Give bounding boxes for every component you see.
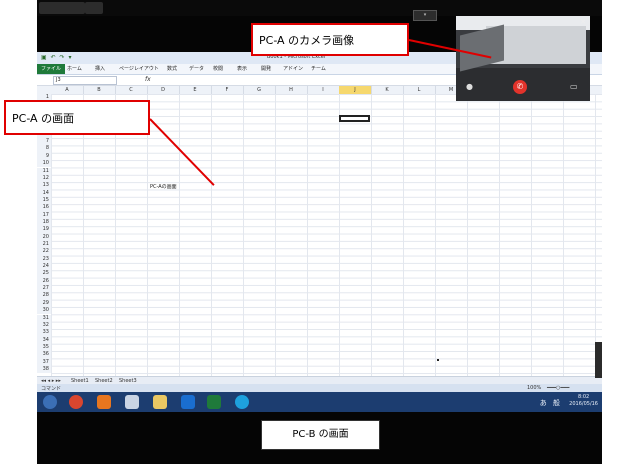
- camera-laptop: [460, 24, 504, 72]
- tab-developer[interactable]: 開発: [261, 65, 271, 72]
- callout-screen-a: PC-A の画面: [4, 100, 150, 135]
- tray-icons[interactable]: あ 般: [540, 398, 562, 408]
- clock-date: 2016/05/16: [569, 401, 598, 407]
- row-header[interactable]: 27: [37, 285, 51, 293]
- row-header[interactable]: 8: [37, 145, 51, 153]
- status-bar: コマンド 100% ━━━○━━━: [37, 384, 602, 392]
- view-dropdown[interactable]: ▾: [413, 10, 437, 21]
- excel-icon[interactable]: [207, 395, 221, 409]
- col-header-k[interactable]: K: [371, 86, 404, 94]
- tab-team[interactable]: チーム: [311, 65, 326, 72]
- window-tab[interactable]: [39, 2, 85, 14]
- quick-access-toolbar[interactable]: ▣ ↶ ↷ ▾: [41, 54, 72, 61]
- col-header-j[interactable]: J: [339, 86, 372, 94]
- chrome-icon[interactable]: [69, 395, 83, 409]
- row-header[interactable]: 30: [37, 307, 51, 315]
- row-header[interactable]: 28: [37, 292, 51, 300]
- skype-icon[interactable]: [235, 395, 249, 409]
- cursor-dot: [437, 359, 439, 361]
- row-header[interactable]: 23: [37, 255, 51, 264]
- tab-file[interactable]: ファイル: [37, 64, 66, 74]
- file-icon[interactable]: [125, 395, 139, 409]
- tab-view[interactable]: 表示: [237, 65, 247, 72]
- row-header[interactable]: 22: [37, 248, 51, 256]
- row-header[interactable]: 12: [37, 174, 51, 183]
- row-header[interactable]: 36: [37, 351, 51, 359]
- cell-text[interactable]: PC-Aの画面: [150, 183, 177, 190]
- status-text: コマンド: [41, 386, 62, 392]
- mic-icon[interactable]: ●: [466, 82, 473, 91]
- tab-page-layout[interactable]: ページレイアウト: [119, 65, 159, 72]
- row-header[interactable]: 24: [37, 263, 51, 271]
- selected-cell[interactable]: [339, 115, 370, 122]
- row-header[interactable]: 21: [37, 241, 51, 249]
- clock-time: 8:02: [577, 394, 590, 400]
- camera-overlay: ✕ ● ✆ ▭: [456, 16, 590, 101]
- tab-home[interactable]: ホーム: [67, 65, 82, 72]
- row-header[interactable]: 31: [37, 314, 51, 322]
- tab-data[interactable]: データ: [189, 65, 204, 72]
- clock[interactable]: 8:02 2016/05/16: [569, 394, 598, 408]
- row-header[interactable]: 35: [37, 343, 51, 352]
- col-header-b[interactable]: B: [83, 86, 116, 94]
- tab-addins[interactable]: アドイン: [283, 65, 303, 72]
- col-header-d[interactable]: D: [147, 86, 180, 94]
- row-header[interactable]: 9: [37, 152, 51, 161]
- row-header[interactable]: 17: [37, 211, 51, 219]
- row-header[interactable]: 19: [37, 226, 51, 234]
- close-icon[interactable]: ✕: [580, 18, 586, 26]
- fx-icon[interactable]: fx: [145, 76, 151, 83]
- name-box[interactable]: J3: [53, 76, 117, 85]
- row-header[interactable]: 14: [37, 189, 51, 197]
- zoom-level[interactable]: 100%: [527, 385, 541, 391]
- row-header[interactable]: 10: [37, 160, 51, 168]
- callout-camera: PC-A のカメラ画像: [251, 23, 409, 56]
- zoom-slider[interactable]: ━━━○━━━: [547, 385, 569, 391]
- row-header[interactable]: 18: [37, 218, 51, 227]
- row-header[interactable]: 34: [37, 336, 51, 344]
- row-header[interactable]: 37: [37, 358, 51, 366]
- tab-formulas[interactable]: 数式: [167, 65, 177, 72]
- col-header-g[interactable]: G: [243, 86, 276, 94]
- col-header-i[interactable]: I: [307, 86, 340, 94]
- row-header[interactable]: 32: [37, 321, 51, 330]
- col-header-l[interactable]: L: [403, 86, 436, 94]
- tab-insert[interactable]: 挿入: [95, 65, 105, 72]
- row-header[interactable]: 20: [37, 233, 51, 241]
- explorer-icon[interactable]: [153, 395, 167, 409]
- col-header-a[interactable]: A: [51, 86, 84, 94]
- camera-icon[interactable]: ▭: [570, 82, 578, 91]
- row-header[interactable]: 38: [37, 365, 51, 374]
- row-header[interactable]: 13: [37, 182, 51, 190]
- col-header-f[interactable]: F: [211, 86, 244, 94]
- col-header-c[interactable]: C: [115, 86, 148, 94]
- row-header[interactable]: 16: [37, 204, 51, 212]
- start-icon[interactable]: [43, 395, 57, 409]
- row-header[interactable]: 7: [37, 138, 51, 146]
- window-tab-close[interactable]: [85, 2, 103, 14]
- row-header[interactable]: 29: [37, 299, 51, 308]
- row-header[interactable]: 25: [37, 270, 51, 278]
- row-header[interactable]: 15: [37, 196, 51, 205]
- windows-taskbar: あ 般 8:02 2016/05/16: [37, 392, 602, 412]
- col-header-e[interactable]: E: [179, 86, 212, 94]
- row-header[interactable]: 26: [37, 277, 51, 286]
- col-header-h[interactable]: H: [275, 86, 308, 94]
- callout-screen-b: PC-B の画面: [261, 420, 380, 450]
- row-header[interactable]: 33: [37, 329, 51, 337]
- tab-review[interactable]: 校閲: [213, 65, 223, 72]
- cell-grid[interactable]: [51, 94, 602, 377]
- end-call-button[interactable]: ✆: [513, 80, 527, 94]
- top-bar: [37, 0, 602, 16]
- side-handle[interactable]: [595, 342, 602, 378]
- outlook-icon[interactable]: [97, 395, 111, 409]
- row-header[interactable]: 11: [37, 167, 51, 175]
- teamviewer-icon[interactable]: [181, 395, 195, 409]
